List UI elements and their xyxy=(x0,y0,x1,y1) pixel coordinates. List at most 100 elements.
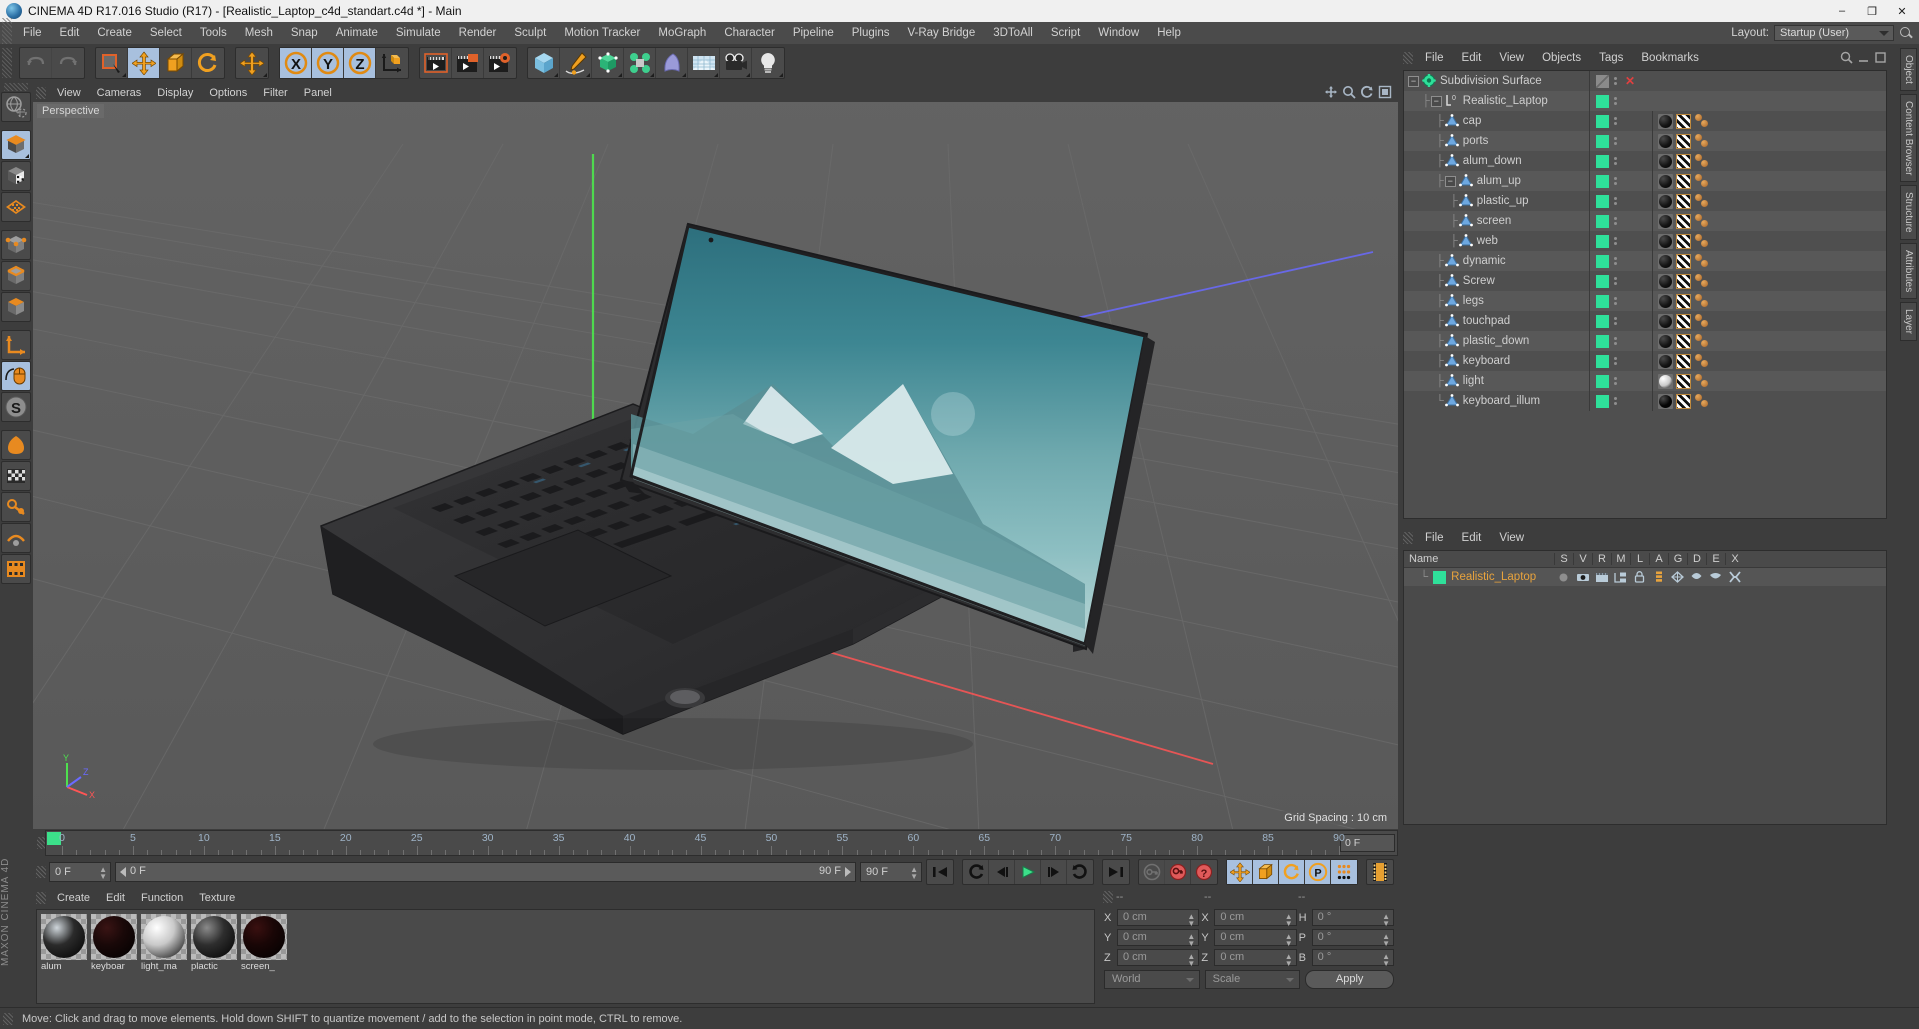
object-row[interactable]: ├ touchpad xyxy=(1404,311,1886,331)
position-y-field[interactable]: 0 cm ▲ ▼ xyxy=(1117,929,1200,948)
material-tag-icon[interactable] xyxy=(1658,133,1673,149)
material-tag-icon[interactable] xyxy=(1658,373,1673,389)
enable-toggle-icon[interactable] xyxy=(1596,154,1609,168)
texture-tag-icon[interactable] xyxy=(1676,133,1691,149)
texture-tag-icon[interactable] xyxy=(1676,193,1691,209)
enable-toggle-icon[interactable] xyxy=(1596,254,1609,268)
material-cell[interactable]: alum xyxy=(41,914,87,999)
render-settings-button[interactable] xyxy=(484,48,516,78)
layer-flag-visible[interactable] xyxy=(1573,572,1592,583)
enable-toggle-icon[interactable] xyxy=(1596,94,1609,108)
undo-view-button[interactable] xyxy=(1,92,31,122)
material-tag-icon[interactable] xyxy=(1658,153,1673,169)
material-tag-icon[interactable] xyxy=(1658,353,1673,369)
object-row[interactable]: ├ Screw xyxy=(1404,271,1886,291)
viewport-menu-grip[interactable] xyxy=(36,87,46,99)
object-tree[interactable]: − Subdivision Surface ✕ ├ −0 Realistic_Laptop… xyxy=(1403,70,1887,519)
go-to-end-button[interactable] xyxy=(1103,860,1129,884)
spinner-icon[interactable]: ▲ ▼ xyxy=(1285,913,1293,928)
maximize-panel-icon[interactable] xyxy=(1874,51,1887,64)
add-deformer-button[interactable] xyxy=(656,48,688,78)
layer-column-m[interactable]: M xyxy=(1611,553,1630,565)
material-preview[interactable] xyxy=(91,914,137,960)
status-bar-grip[interactable] xyxy=(3,1012,13,1025)
zoom-icon[interactable] xyxy=(1342,85,1356,99)
object-row-label-cell[interactable]: ├ keyboard xyxy=(1404,354,1589,368)
spinner-icon[interactable]: ▲ ▼ xyxy=(99,866,107,881)
maximize-icon[interactable] xyxy=(1378,85,1392,99)
menu-item-v-ray-bridge[interactable]: V-Ray Bridge xyxy=(898,22,984,44)
polygons-mode-button[interactable] xyxy=(1,292,31,322)
object-row-label-cell[interactable]: ├ Screw xyxy=(1404,274,1589,288)
visibility-dots-icon[interactable] xyxy=(1614,257,1617,265)
object-row-label-cell[interactable]: ├ ports xyxy=(1404,134,1589,148)
delete-tag-icon[interactable]: ✕ xyxy=(1625,74,1635,88)
phong-tag-icon[interactable] xyxy=(1694,133,1710,149)
redo-button[interactable] xyxy=(52,48,84,78)
menu-item-window[interactable]: Window xyxy=(1089,22,1148,44)
layer-flag-expression[interactable] xyxy=(1706,572,1725,582)
object-row-label-cell[interactable]: ├ dynamic xyxy=(1404,254,1589,268)
enable-toggle-icon[interactable] xyxy=(1596,274,1609,288)
undo-button[interactable] xyxy=(20,48,52,78)
rotation-key-button[interactable] xyxy=(1279,860,1305,884)
lock-z-button[interactable]: Z xyxy=(344,48,376,78)
texture-tag-icon[interactable] xyxy=(1676,333,1691,349)
object-menu-item-file[interactable]: File xyxy=(1416,48,1453,68)
material-tag-icon[interactable] xyxy=(1658,253,1673,269)
visibility-dots-icon[interactable] xyxy=(1614,397,1617,405)
material-preview[interactable] xyxy=(141,914,187,960)
material-cell[interactable]: light_ma xyxy=(141,914,187,999)
layer-flag-render[interactable] xyxy=(1592,572,1611,583)
material-menu-item-edit[interactable]: Edit xyxy=(98,889,133,907)
phong-tag-icon[interactable] xyxy=(1694,113,1710,129)
disabled-toggle-icon[interactable] xyxy=(1596,74,1609,88)
autokeying-button[interactable] xyxy=(1165,860,1191,884)
phong-tag-icon[interactable] xyxy=(1694,333,1710,349)
rotation-p-field[interactable]: 0 ° ▲ ▼ xyxy=(1311,929,1394,948)
preview-range-slider[interactable]: 0 F 90 F xyxy=(115,862,856,882)
object-menu-item-view[interactable]: View xyxy=(1490,48,1533,68)
object-row-label-cell[interactable]: ├ plastic_up xyxy=(1404,194,1589,208)
menu-item-select[interactable]: Select xyxy=(141,22,191,44)
material-preview[interactable] xyxy=(191,914,237,960)
menu-item-animate[interactable]: Animate xyxy=(327,22,387,44)
coord-system-dropdown[interactable]: World xyxy=(1104,970,1200,989)
size-mode-dropdown[interactable]: Scale xyxy=(1204,970,1301,989)
object-row-label-cell[interactable]: └ keyboard_illum xyxy=(1404,394,1589,408)
layer-flag-animation[interactable] xyxy=(1649,571,1668,583)
close-button[interactable]: ✕ xyxy=(1887,0,1917,22)
texture-tag-icon[interactable] xyxy=(1676,113,1691,129)
expand-collapse-icon[interactable]: − xyxy=(1444,175,1456,187)
menu-item-sculpt[interactable]: Sculpt xyxy=(505,22,555,44)
object-row-label-cell[interactable]: − Subdivision Surface xyxy=(1404,74,1589,88)
layer-name-cell[interactable]: └ Realistic_Laptop xyxy=(1404,570,1554,584)
layer-column-g[interactable]: G xyxy=(1668,553,1687,565)
rotate-icon[interactable] xyxy=(1360,85,1374,99)
menu-item-mograph[interactable]: MoGraph xyxy=(649,22,715,44)
layout-dropdown[interactable]: Startup (User) xyxy=(1774,25,1894,41)
spinner-icon[interactable]: ▲ ▼ xyxy=(1382,953,1390,968)
phong-tag-icon[interactable] xyxy=(1694,273,1710,289)
layer-menu-item-view[interactable]: View xyxy=(1490,528,1533,548)
world-object-coord-button[interactable] xyxy=(376,48,408,78)
layer-menu-item-file[interactable]: File xyxy=(1416,528,1453,548)
material-cell[interactable]: screen_ xyxy=(241,914,287,999)
layer-column-l[interactable]: L xyxy=(1630,553,1649,565)
visibility-dots-icon[interactable] xyxy=(1614,157,1617,165)
material-tag-icon[interactable] xyxy=(1658,233,1673,249)
layer-row[interactable]: └ Realistic_Laptop xyxy=(1404,568,1886,586)
rotation-b-field[interactable]: 0 ° ▲ ▼ xyxy=(1311,949,1394,968)
scale-tool-button[interactable] xyxy=(160,48,192,78)
material-tag-icon[interactable] xyxy=(1658,193,1673,209)
material-menu-item-create[interactable]: Create xyxy=(49,889,98,907)
deformer-toggle-button[interactable] xyxy=(1,492,31,522)
visibility-dots-icon[interactable] xyxy=(1614,97,1617,105)
visibility-dots-icon[interactable] xyxy=(1614,77,1617,85)
texture-tag-icon[interactable] xyxy=(1676,393,1691,409)
enable-toggle-icon[interactable] xyxy=(1596,374,1609,388)
object-row-label-cell[interactable]: ├ touchpad xyxy=(1404,314,1589,328)
range-right-arrow-icon[interactable] xyxy=(845,867,851,877)
phong-tag-icon[interactable] xyxy=(1694,373,1710,389)
timeline-toggle-button[interactable] xyxy=(1367,860,1393,884)
